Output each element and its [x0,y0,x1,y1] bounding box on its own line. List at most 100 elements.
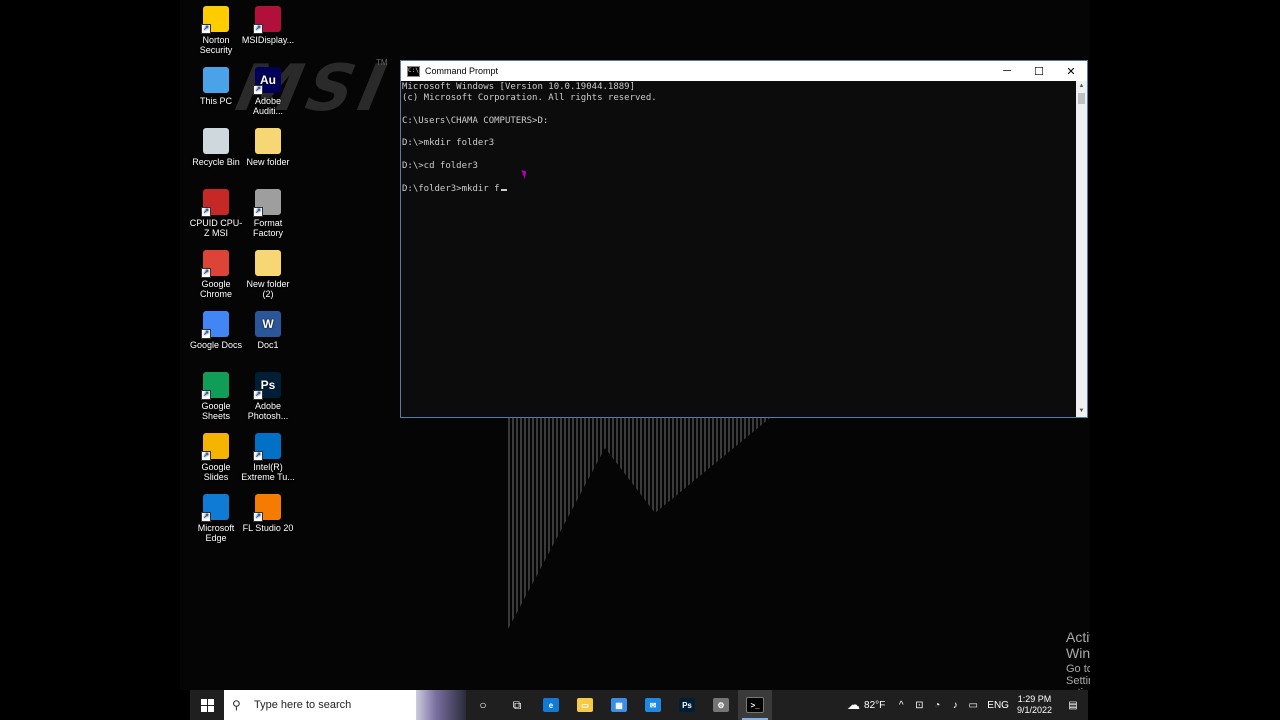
network-icon[interactable]: ⊡ [911,700,927,711]
taskbar-app-button[interactable]: ⚙ [704,690,738,720]
shortcut-arrow-icon: ↗ [201,268,211,278]
chevron-up-icon[interactable]: ^ [893,700,909,711]
desktop-icon[interactable]: ↗ MSIDisplay... [240,6,296,45]
taskbar-search[interactable]: ⚲ [224,690,466,720]
fl-studio-icon: ↗ [253,494,281,522]
battery-icon[interactable]: ▭ [965,700,981,711]
taskbar-app-button[interactable]: ▭ [568,690,602,720]
scroll-thumb[interactable] [1078,93,1085,104]
desktop-icon-label: Microsoft Edge [197,523,235,543]
edge-icon: ↗ [201,494,229,522]
taskbar-app-button[interactable]: ✉ [636,690,670,720]
desktop-icon-label: Google Sheets [201,401,231,421]
word-doc-icon: W [255,311,281,337]
desktop-icon[interactable]: W Doc1 [240,311,296,350]
taskbar-app-button[interactable]: ⧉ [500,690,534,720]
cloud-icon: ☁ [847,697,861,712]
console-line-text: C:\Users\CHAMA COMPUTERS>D: [402,115,549,126]
maximize-button[interactable]: ☐ [1023,61,1055,81]
trademark-mark: TM [376,58,388,67]
scroll-down-icon[interactable]: ▼ [1076,406,1087,417]
vertical-scrollbar[interactable]: ▲ ▼ [1076,81,1087,417]
desktop-icon[interactable]: ↗ FL Studio 20 [240,494,296,533]
shortcut-arrow-icon: ↗ [253,85,263,95]
desktop-icon[interactable]: ↗ Intel(R) Extreme Tu... [240,433,296,482]
language-indicator[interactable]: ENG [987,700,1009,711]
system-tray: ☁ 82°F ^ ⊡ ◔ ♪ ▭ ENG 1:29 PM 9/1/2022 ▤ [847,690,1088,720]
search-input[interactable] [252,698,426,712]
shortcut-arrow-icon: ↗ [201,390,211,400]
notification-center-icon[interactable]: ▤ [1062,700,1084,711]
taskbar-app-button[interactable]: >_ [738,690,772,720]
msi-display-icon: ↗ [253,6,281,34]
folder-icon [255,128,281,154]
activate-subtitle: Go to Settings to activate Windows. [1066,663,1090,690]
activate-title: Activate Windows [1066,629,1090,661]
desktop-icon[interactable]: ↗ Format Factory [240,189,296,238]
google-slides-icon: ↗ [201,433,229,461]
norton-icon: ↗ [201,6,229,34]
console-line: Microsoft Windows [Version 10.0.19044.18… [402,82,1076,93]
start-button[interactable] [190,690,224,720]
taskbar-apps: ○ ⧉ e ▭ ▦ ✉ Ps ⚙ >_ [466,690,772,720]
shortcut-arrow-icon: ↗ [253,451,263,461]
edge-icon: e [543,698,559,712]
this-pc-icon [203,67,229,93]
text-cursor [500,188,507,191]
desktop-icon[interactable]: Recycle Bin [188,128,244,167]
desktop-icon[interactable]: ↗ Norton Security [188,6,244,55]
scroll-up-icon[interactable]: ▲ [1076,81,1087,92]
desktop-icon[interactable]: ↗ Google Slides [188,433,244,482]
taskbar-app-button[interactable]: Ps [670,690,704,720]
desktop-icon[interactable]: Ps ↗ Adobe Photosh... [240,372,296,421]
console-line: D:\>cd folder3 [402,161,1076,172]
desktop-icon-label: CPUID CPU-Z MSI [189,218,243,238]
console-line: (c) Microsoft Corporation. All rights re… [402,93,1076,104]
desktop-icon-label: This PC [199,96,232,106]
desktop-icon[interactable]: Au ↗ Adobe Auditi... [240,67,296,116]
window-title: Command Prompt [425,66,499,76]
desktop-icon[interactable]: New folder [240,128,296,167]
weather-widget[interactable]: ☁ 82°F [847,697,885,713]
desktop-icon[interactable]: ↗ Google Chrome [188,250,244,299]
desktop-icon[interactable]: New folder (2) [240,250,296,299]
desktop-icon[interactable]: ↗ CPUID CPU-Z MSI [188,189,244,238]
desktop-icon-label: Recycle Bin [192,157,240,167]
cortana-icon: ○ [479,698,487,712]
close-button[interactable]: ✕ [1055,61,1087,81]
store-icon: ▦ [611,698,627,712]
format-factory-icon: ↗ [253,189,281,217]
taskbar-app-button[interactable]: ○ [466,690,500,720]
desktop-icon-label: Intel(R) Extreme Tu... [241,462,295,482]
wifi-icon[interactable]: ◔ [929,700,945,711]
desktop-icon[interactable]: This PC [188,67,244,106]
taskbar: ⚲ ○ ⧉ e ▭ ▦ ✉ Ps ⚙ >_ ☁ 82°F ^ ⊡ ◔ ♪ ▭ ENG 1:29 … [190,690,1088,720]
recycle-bin-icon [203,128,229,154]
clock[interactable]: 1:29 PM 9/1/2022 [1017,694,1052,716]
mail-icon: ✉ [645,698,661,712]
command-prompt-window[interactable]: C:\ Command Prompt ─ ☐ ✕ Microsoft Windo… [400,60,1088,418]
desktop-icon[interactable]: ↗ Google Sheets [188,372,244,421]
minimize-button[interactable]: ─ [991,61,1023,81]
volume-icon[interactable]: ♪ [947,700,963,711]
shortcut-arrow-icon: ↗ [253,512,263,522]
desktop-icon-label: Google Chrome [199,279,232,299]
taskbar-app-button[interactable]: ▦ [602,690,636,720]
console-line: D:\folder3>mkdir f [402,184,1076,195]
wallpaper-art [506,418,770,633]
taskbar-app-button[interactable]: e [534,690,568,720]
desktop-icon[interactable]: ↗ Google Docs [188,311,244,350]
window-titlebar[interactable]: C:\ Command Prompt ─ ☐ ✕ [401,61,1087,81]
intel-xtu-icon: ↗ [253,433,281,461]
console-output[interactable]: Microsoft Windows [Version 10.0.19044.18… [401,81,1076,417]
desktop-icon[interactable]: ↗ Microsoft Edge [188,494,244,543]
shortcut-arrow-icon: ↗ [253,207,263,217]
desktop-icon-label: Format Factory [252,218,283,238]
cmd-icon: >_ [746,697,764,713]
file-explorer-icon: ▭ [577,698,593,712]
desktop-icon-label: Norton Security [199,35,233,55]
search-highlight-art [416,690,466,720]
